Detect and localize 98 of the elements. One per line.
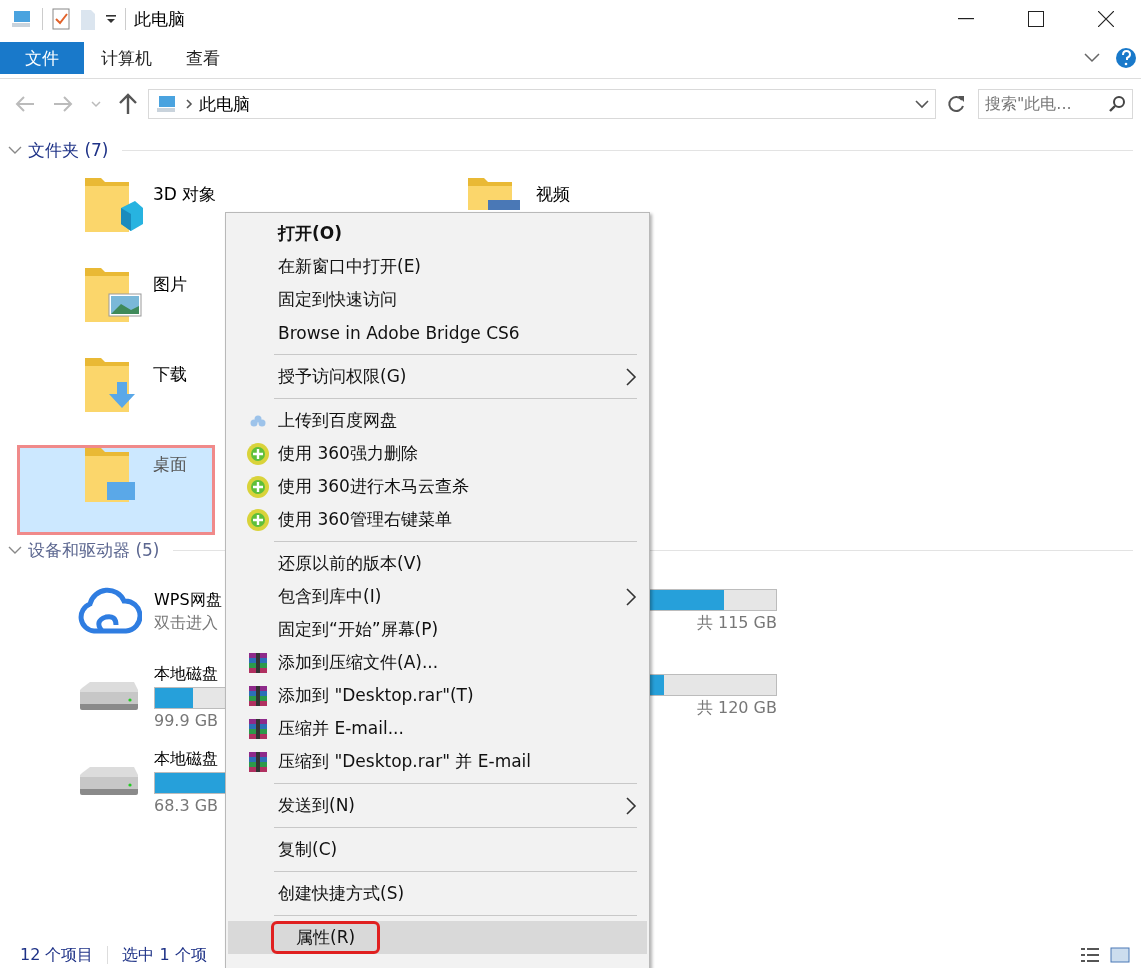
drive-size: 68.3 GB bbox=[154, 795, 219, 815]
plus-circle-icon bbox=[246, 507, 270, 532]
large-icons-view-icon bbox=[1109, 946, 1131, 964]
forward-arrow-icon bbox=[52, 95, 74, 113]
folder-item[interactable]: 桌面 bbox=[17, 445, 215, 535]
address-bar[interactable]: 此电脑 bbox=[148, 89, 936, 119]
menu-item[interactable]: 上传到百度网盘 bbox=[228, 404, 647, 437]
chevron-down-icon bbox=[1083, 52, 1101, 64]
menu-item[interactable]: 压缩到 "Desktop.rar" 并 E-mail bbox=[228, 745, 647, 778]
stacked-books-icon bbox=[246, 716, 270, 741]
menu-label: 固定到快速访问 bbox=[277, 288, 398, 311]
maximize-icon bbox=[1028, 11, 1044, 27]
folder-icon bbox=[85, 267, 145, 323]
cloud-icon bbox=[249, 413, 267, 428]
back-arrow-icon bbox=[14, 95, 36, 113]
menu-label: 添加到压缩文件(A)... bbox=[277, 651, 440, 674]
dropdown-icon bbox=[105, 13, 117, 25]
folder-name: 视频 bbox=[536, 183, 570, 206]
search-icon bbox=[1108, 95, 1126, 113]
dropdown-icon bbox=[915, 99, 929, 109]
help-icon bbox=[1115, 47, 1137, 69]
refresh-icon bbox=[946, 94, 966, 114]
section-header[interactable]: 设备和驱动器 (5) bbox=[28, 538, 160, 562]
close-icon bbox=[1098, 11, 1114, 27]
chevron-right-icon bbox=[185, 98, 193, 110]
search-field[interactable]: 搜索"此电... bbox=[978, 89, 1133, 119]
menu-label: Browse in Adobe Bridge CS6 bbox=[277, 322, 521, 343]
menu-label: 压缩并 E-mail... bbox=[277, 717, 405, 740]
menu-label: 属性(R) bbox=[274, 924, 378, 951]
recent-dropdown-icon bbox=[90, 99, 102, 109]
item-count: 12 个项目 bbox=[20, 944, 94, 966]
menu-item[interactable]: Browse in Adobe Bridge CS6 bbox=[228, 316, 647, 349]
menu-label: 复制(C) bbox=[277, 838, 339, 861]
menu-item[interactable]: 固定到“开始”屏幕(P) bbox=[228, 613, 647, 646]
properties-icon bbox=[51, 7, 71, 31]
drive-size: 共 115 GB bbox=[696, 613, 777, 634]
menu-label: 在新窗口中打开(E) bbox=[277, 255, 422, 278]
folder-name: 下载 bbox=[153, 363, 187, 386]
menu-label: 压缩到 "Desktop.rar" 并 E-mail bbox=[277, 750, 533, 773]
menu-item[interactable]: 添加到压缩文件(A)... bbox=[228, 646, 647, 679]
menu-item[interactable]: 属性(R) bbox=[228, 921, 647, 954]
menu-item[interactable]: 使用 360进行木马云查杀 bbox=[228, 470, 647, 503]
menu-label: 创建快捷方式(S) bbox=[277, 882, 406, 905]
menu-label: 使用 360强力删除 bbox=[277, 442, 419, 465]
menu-label: 添加到 "Desktop.rar"(T) bbox=[277, 684, 475, 707]
minimize-icon bbox=[958, 18, 974, 20]
stacked-books-icon bbox=[246, 650, 270, 675]
ribbon-tab[interactable]: 计算机 bbox=[84, 42, 169, 74]
ribbon-tab[interactable]: 查看 bbox=[169, 42, 237, 74]
address-path: 此电脑 bbox=[199, 92, 251, 116]
folder-item[interactable]: 下载 bbox=[85, 355, 187, 445]
menu-label: 固定到“开始”屏幕(P) bbox=[277, 618, 440, 641]
section-header[interactable]: 文件夹 (7) bbox=[28, 138, 109, 162]
menu-item[interactable]: 压缩并 E-mail... bbox=[228, 712, 647, 745]
menu-label: 发送到(N) bbox=[277, 794, 356, 817]
stacked-books-icon bbox=[246, 749, 270, 774]
folder-name: 图片 bbox=[153, 273, 187, 296]
menu-label: 上传到百度网盘 bbox=[277, 409, 398, 432]
drive-name: 本地磁盘 bbox=[154, 663, 218, 685]
folder-icon bbox=[85, 177, 145, 233]
window-title: 此电脑 bbox=[134, 7, 185, 31]
up-arrow-icon bbox=[118, 93, 138, 115]
cloud-icon bbox=[76, 586, 142, 637]
menu-item[interactable]: 使用 360管理右键菜单 bbox=[228, 503, 647, 536]
drive-size: 99.9 GB bbox=[154, 710, 219, 730]
menu-item[interactable]: 在新窗口中打开(E) bbox=[228, 250, 647, 283]
menu-item[interactable]: 发送到(N) bbox=[228, 789, 647, 822]
menu-item[interactable]: 授予访问权限(G) bbox=[228, 360, 647, 393]
folder-item[interactable]: 3D 对象 bbox=[85, 175, 217, 265]
stacked-books-icon bbox=[246, 683, 270, 708]
page-icon bbox=[79, 8, 97, 30]
plus-circle-icon bbox=[246, 441, 270, 466]
folder-item[interactable]: 图片 bbox=[85, 265, 187, 355]
menu-item[interactable]: 使用 360强力删除 bbox=[228, 437, 647, 470]
menu-item[interactable]: 添加到 "Desktop.rar"(T) bbox=[228, 679, 647, 712]
menu-item[interactable]: 包含到库中(I) bbox=[228, 580, 647, 613]
folder-name: 3D 对象 bbox=[153, 183, 217, 206]
menu-label: 授予访问权限(G) bbox=[277, 365, 408, 388]
ribbon-tab[interactable]: 文件 bbox=[0, 42, 84, 74]
menu-label: 包含到库中(I) bbox=[277, 585, 383, 608]
drive-size: 共 120 GB bbox=[696, 698, 777, 719]
drive-name: WPS网盘 bbox=[154, 589, 222, 611]
drive-name: 本地磁盘 bbox=[154, 748, 218, 770]
menu-label: 使用 360进行木马云查杀 bbox=[277, 475, 470, 498]
folder-name: 桌面 bbox=[153, 453, 187, 476]
menu-label: 使用 360管理右键菜单 bbox=[277, 508, 453, 531]
menu-label: 打开(O) bbox=[276, 222, 343, 245]
search-placeholder: 搜索"此电... bbox=[985, 93, 1073, 115]
details-view-icon bbox=[1079, 946, 1101, 964]
menu-item[interactable]: 固定到快速访问 bbox=[228, 283, 647, 316]
drive-subtitle: 双击进入 bbox=[154, 612, 218, 634]
menu-label: 还原以前的版本(V) bbox=[277, 552, 423, 575]
selection-count: 选中 1 个项 bbox=[122, 944, 207, 966]
menu-item[interactable]: 打开(O) bbox=[228, 217, 647, 250]
plus-circle-icon bbox=[246, 474, 270, 499]
menu-item[interactable]: 还原以前的版本(V) bbox=[228, 547, 647, 580]
menu-item[interactable]: 复制(C) bbox=[228, 833, 647, 866]
menu-item[interactable]: 创建快捷方式(S) bbox=[228, 877, 647, 910]
